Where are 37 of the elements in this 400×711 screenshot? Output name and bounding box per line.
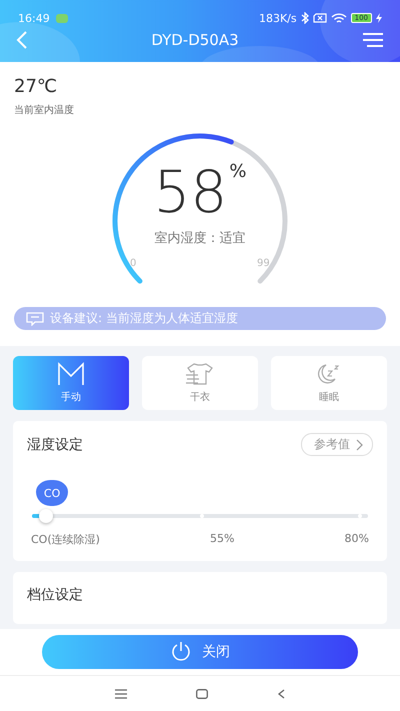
percent-unit: % <box>229 161 246 182</box>
mode-tab[interactable]: 手动 <box>13 356 129 410</box>
gauge-max: 99 <box>257 258 270 269</box>
advice-text: 设备建议: 当前湿度为人体适宜湿度 <box>50 310 238 327</box>
card-title: 档位设定 <box>27 587 83 603</box>
bluetooth-icon <box>300 12 309 24</box>
message-icon <box>26 312 44 326</box>
card-title: 湿度设定 <box>27 436 83 454</box>
slider-label: CO(连续除湿) <box>31 532 100 547</box>
recent-apps-icon[interactable] <box>114 688 127 698</box>
temperature-label: 当前室内温度 <box>14 104 74 117</box>
home-icon[interactable] <box>196 688 208 698</box>
value-bubble: CO <box>36 480 68 506</box>
wifi-icon <box>330 12 347 24</box>
network-speed: 183K/s <box>258 12 297 24</box>
slider-thumb[interactable] <box>39 509 54 523</box>
humidity-status: 室内湿度：适宜 <box>154 230 246 247</box>
back-nav-icon[interactable] <box>277 688 286 698</box>
slider-label: 80% <box>344 532 369 547</box>
device-title: DYD-D50A3 <box>151 31 239 49</box>
letter-m-icon <box>57 362 85 386</box>
power-button[interactable]: 关闭 <box>42 635 358 669</box>
temperature-value: 27℃ <box>14 76 58 97</box>
android-icon <box>56 14 68 22</box>
chevron-right-icon <box>356 438 364 450</box>
humidity-value: 58 <box>154 161 228 223</box>
status-time: 16:49 <box>18 12 50 24</box>
menu-button[interactable] <box>362 32 384 48</box>
mode-tab[interactable]: 干衣 <box>142 356 258 410</box>
shirt-icon <box>185 362 215 386</box>
slider-label: 55% <box>210 532 234 547</box>
mode-tab[interactable]: 睡眠 <box>271 356 387 410</box>
gauge-min: 0 <box>130 258 136 269</box>
charging-icon <box>376 13 382 23</box>
power-icon <box>170 641 192 663</box>
sim-icon <box>312 13 327 23</box>
reference-button[interactable]: 参考值 <box>301 433 373 456</box>
